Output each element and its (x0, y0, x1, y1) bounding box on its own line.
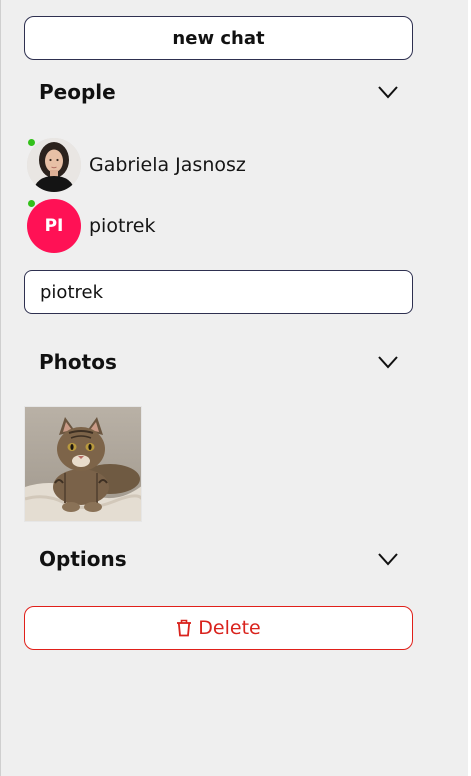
avatar-initials: PI (27, 199, 81, 253)
trash-icon (177, 619, 192, 637)
people-section-header[interactable]: People (39, 77, 399, 107)
online-status-dot (28, 139, 35, 146)
delete-label: Delete (198, 617, 261, 639)
chevron-down-icon[interactable] (377, 84, 399, 100)
photo-thumbnail[interactable] (24, 406, 142, 522)
photos-section-header[interactable]: Photos (39, 347, 399, 377)
person-photo-icon (27, 138, 81, 192)
chat-details-panel: new chat People Gabriela Jasnosz PI piot… (0, 0, 471, 776)
new-chat-button[interactable]: new chat (24, 16, 413, 60)
new-chat-label: new chat (172, 27, 265, 49)
people-search-input[interactable] (24, 270, 413, 314)
avatar-photo (27, 138, 81, 192)
delete-button[interactable]: Delete (24, 606, 413, 650)
avatar: PI (27, 199, 81, 253)
person-name: piotrek (89, 215, 156, 237)
photos-section-title: Photos (39, 350, 117, 374)
person-name: Gabriela Jasnosz (89, 154, 246, 176)
person-item-piotrek[interactable]: PI piotrek (27, 198, 156, 254)
options-section-title: Options (39, 547, 127, 571)
options-section-header[interactable]: Options (39, 544, 399, 574)
avatar (27, 138, 81, 192)
online-status-dot (28, 200, 35, 207)
cat-photo-icon (25, 407, 141, 521)
chevron-down-icon[interactable] (377, 551, 399, 567)
person-item-gabriela[interactable]: Gabriela Jasnosz (27, 137, 246, 193)
people-section-title: People (39, 80, 116, 104)
chevron-down-icon[interactable] (377, 354, 399, 370)
